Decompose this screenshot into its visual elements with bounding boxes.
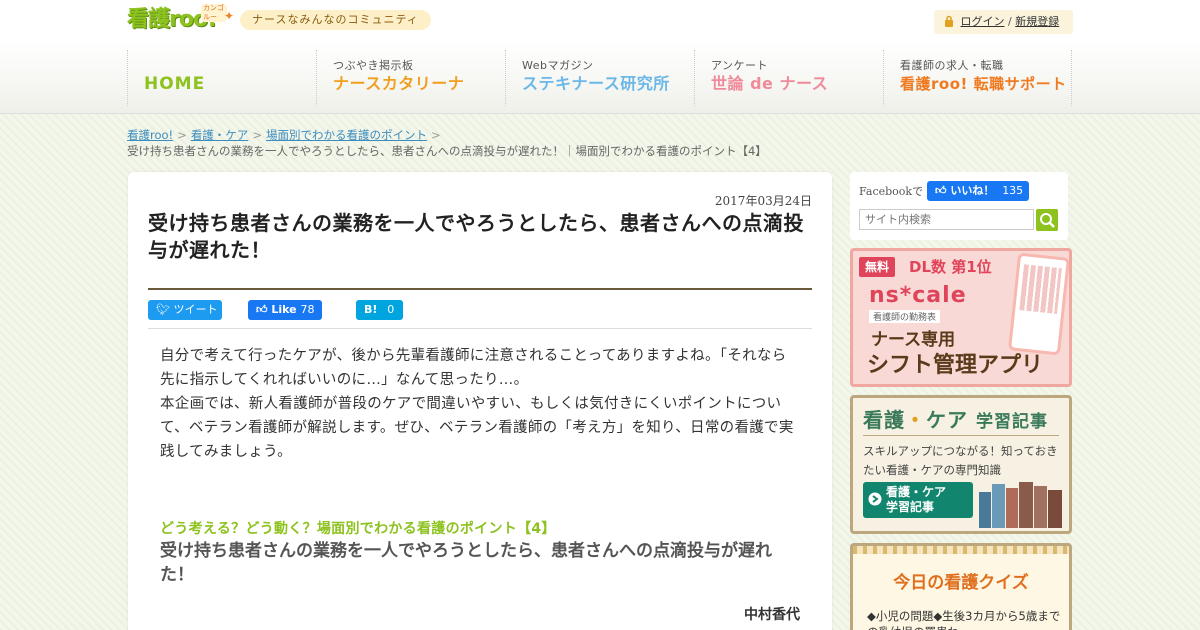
site-search-input[interactable] [859,209,1034,230]
study-btn-line1: 看護・ケア [886,485,947,499]
study-description: スキルアップにつながる！知っておきたい看護・ケアの専門知識 [863,444,1058,477]
login-link[interactable]: ログイン [961,15,1005,28]
facebook-like-button[interactable]: 👍︎ Like 78 [248,300,322,320]
nav-main-label: ステキナース研究所 [522,74,670,93]
lock-icon [945,15,953,27]
nav-sub-label: Webマガジン [522,59,594,72]
tweet-label: ツイート [173,303,218,316]
quiz-question-text: ◆小児の問題◆生後3カ月から5歳までの乳幼児の罹患わ [867,609,1061,630]
nav-home-label: HOME [144,74,206,94]
nav-sub-label: アンケート [711,59,769,72]
register-link[interactable]: 新規登録 [1015,15,1059,28]
breadcrumb-separator: > [177,128,187,142]
top-header: 看護roo! カンゴルー ✦ ナースなみんなのコミュニティ ログイン / 新規登… [0,0,1200,42]
hatena-icon: B! [364,303,378,316]
nav-home[interactable]: HOME [127,50,316,106]
books-illustration [979,482,1062,528]
hatena-count: 0 [387,303,395,316]
nscale-app-banner[interactable]: 無料 DL数 第1位 ns*cale 看護師の勤務表 ナース専用 シフト管理アプ… [850,248,1072,387]
daily-quiz-banner[interactable]: 今日の看護クイズ ◆小児の問題◆生後3カ月から5歳までの乳幼児の罹患わ [850,543,1072,630]
series-label: どう考える？どう動く？場面別でわかる看護のポイント【4】 [160,521,556,537]
smartphone-illustration [1008,252,1069,356]
study-title-dot: ・ [905,408,926,432]
hatena-bookmark-button[interactable]: B! 0 [356,300,403,320]
fb-like-count: 78 [300,303,315,316]
login-box: ログイン / 新規登録 [934,10,1073,34]
free-badge: 無料 [859,257,896,277]
nav-suteki-nurse[interactable]: Webマガジン ステキナース研究所 [505,50,694,106]
article-body: 自分で考えて行ったケアが、後から先輩看護師に注意されることってありますよね。「そ… [160,344,800,464]
nav-career-support[interactable]: 看護師の求人・転職 看護roo! 転職サポート [883,50,1072,106]
search-icon [1040,213,1055,228]
site-tagline: ナースなみんなのコミュニティ [240,10,431,30]
breadcrumb-separator: > [430,128,441,142]
study-banner-title: 看護・ケア 学習記事 [863,404,1048,433]
calendar-grid-icon [1019,264,1062,314]
study-title-b: ケア [926,408,968,432]
share-divider [148,328,812,329]
facebook-prefix: Facebookで [859,185,924,198]
main-nav: HOME つぶやき掲示板 ナースカタリーナ Webマガジン ステキナース研究所 … [0,42,1200,114]
nav-main-label: 看護roo! 転職サポート [900,75,1067,93]
study-btn-line2: 学習記事 [886,500,935,514]
site-logo[interactable]: 看護roo! カンゴルー ✦ [127,4,234,34]
breadcrumb-link[interactable]: 看護・ケア [191,128,249,142]
thumbs-up-icon: 👍︎ [935,184,947,197]
study-title-c: 学習記事 [975,412,1048,432]
breadcrumb-link[interactable]: 看護roo! [127,128,173,142]
breadcrumb: 看護roo! > 看護・ケア > 場面別でわかる看護のポイント > 受け持ち患者さんの業務… [127,127,827,159]
series-title: 受け持ち患者さんの業務を一人でやろうとしたら、患者さんへの点滴投与が遅れた！ [160,541,772,585]
nav-sub-label: 看護師の求人・転職 [900,59,1004,72]
logo-sparkle-icon: ✦ [224,9,235,23]
study-divider [863,435,1059,436]
breadcrumb-separator: > [252,128,262,142]
rope-decoration [853,546,1069,554]
nav-sub-label: つぶやき掲示板 [333,59,414,72]
nav-yoron-de-nurse[interactable]: アンケート 世論 de ナース [694,50,883,106]
thumbs-up-icon: 👍︎ [256,303,268,316]
arrow-circle-icon [868,492,882,506]
breadcrumb-link[interactable]: 場面別でわかる看護のポイント [266,128,427,142]
search-button[interactable] [1036,209,1058,231]
fb-like-label: いいね！ [950,184,995,197]
twitter-bird-icon: 🐦︎ [156,303,170,316]
sidebar-search-box: Facebookで 👍︎ いいね！ 135 [850,172,1068,240]
login-separator: / [1008,15,1012,28]
nav-main-label: 世論 de ナース [711,74,829,93]
author-name: 中村香代 [744,607,800,623]
download-rank: DL数 第1位 [909,258,992,276]
nav-main-label: ナースカタリーナ [333,74,465,93]
fb-like-label: Like [271,303,297,316]
study-articles-button[interactable]: 看護・ケア 学習記事 [863,482,973,518]
tweet-button[interactable]: 🐦︎ ツイート [148,300,222,320]
breadcrumb-current: 受け持ち患者さんの業務を一人でやろうとしたら、患者さんへの点滴投与が遅れた！｜場… [127,144,767,158]
app-logo: ns*cale [869,283,967,308]
sidebar-facebook-like-button[interactable]: 👍︎ いいね！ 135 [927,181,1029,201]
fb-like-count: 135 [1002,184,1024,197]
article-card: 2017年03月24日 受け持ち患者さんの業務を一人でやろうとしたら、患者さんへ… [128,172,832,630]
body-paragraph: 自分で考えて行ったケアが、後から先輩看護師に注意されることってありますよね。「そ… [160,348,787,388]
study-articles-banner[interactable]: 看護・ケア 学習記事 スキルアップにつながる！知っておきたい看護・ケアの専門知識… [850,395,1072,534]
app-tagline-2: シフト管理アプリ [867,353,1044,378]
app-subtitle: 看護師の勤務表 [869,310,941,323]
nav-nurse-catalina[interactable]: つぶやき掲示板 ナースカタリーナ [316,50,505,106]
article-title: 受け持ち患者さんの業務を一人でやろうとしたら、患者さんへの点滴投与が遅れた！ [148,211,804,262]
title-divider [148,288,812,290]
article-date: 2017年03月24日 [714,194,812,208]
body-paragraph: 本企画では、新人看護師が普段のケアで間違いやすい、もしくは気付きにくいポイントに… [160,396,794,460]
quiz-title: 今日の看護クイズ [893,573,1029,593]
study-title-a: 看護 [863,408,905,432]
